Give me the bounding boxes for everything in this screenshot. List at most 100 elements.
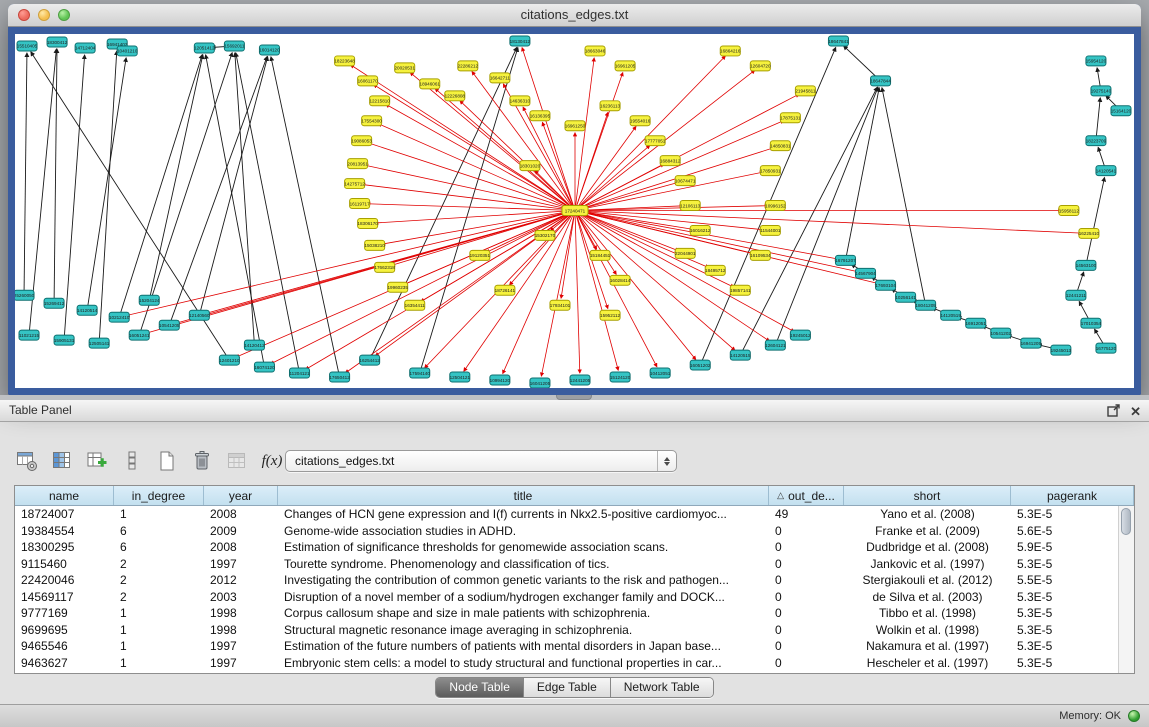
graph-node[interactable]: 18300412 — [47, 37, 68, 47]
table-row[interactable]: 946554611997Estimation of the future num… — [15, 638, 1118, 655]
tab-network-table[interactable]: Network Table — [610, 678, 713, 697]
graph-node[interactable]: 19245013 — [1051, 345, 1072, 355]
graph-node[interactable]: 19120351 — [470, 250, 491, 260]
graph-node[interactable]: 17554300 — [361, 116, 382, 126]
graph-node[interactable]: 17240471 — [562, 206, 588, 216]
graph-node[interactable]: 15952112 — [600, 310, 621, 320]
graph-node[interactable]: 14850831 — [770, 141, 791, 151]
graph-node[interactable]: 16642711 — [490, 73, 511, 83]
graph-node[interactable]: 12051412 — [194, 43, 215, 53]
column-header-pagerank[interactable]: pagerank — [1011, 486, 1134, 505]
graph-node[interactable]: 15302170 — [535, 230, 556, 240]
graph-node[interactable]: 17777051 — [645, 136, 666, 146]
column-header-out-de-[interactable]: △out_de... — [769, 486, 844, 505]
graph-node[interactable]: 10212410 — [109, 312, 130, 322]
graph-node[interactable]: 15204124 — [139, 295, 160, 305]
tab-node-table[interactable]: Node Table — [436, 678, 523, 697]
graph-node[interactable]: 16254412 — [359, 355, 380, 365]
graph-node[interactable]: 17693104 — [875, 280, 896, 290]
graph-node[interactable]: 16028414 — [610, 275, 631, 285]
graph-node[interactable]: 12604720 — [750, 61, 771, 71]
column-header-in-degree[interactable]: in_degree — [114, 486, 204, 505]
graph-node[interactable]: 22286212 — [458, 61, 479, 71]
table-row[interactable]: 1830029562008Estimation of significance … — [15, 539, 1118, 556]
graph-node[interactable]: 25260050 — [15, 290, 35, 300]
graph-node[interactable]: 15954120 — [1086, 56, 1107, 66]
float-panel-icon[interactable] — [1107, 404, 1120, 419]
graph-node[interactable]: 19554016 — [630, 116, 651, 126]
graph-node[interactable]: 17875131 — [780, 113, 801, 123]
graph-node[interactable]: 18130412 — [510, 36, 531, 46]
table-row[interactable]: 977716911998Corpus callosum shape and si… — [15, 605, 1118, 622]
graph-node[interactable]: 11204121 — [289, 368, 310, 378]
graph-node[interactable]: 16864216 — [720, 46, 741, 56]
graph-node[interactable]: 10412051 — [650, 368, 671, 378]
graph-node[interactable]: 12504121 — [450, 372, 471, 382]
table-row[interactable]: 969969511998Structural magnetic resonanc… — [15, 622, 1118, 639]
graph-node[interactable]: 19275140 — [1091, 86, 1112, 96]
graph-node[interactable]: 12505141 — [89, 338, 110, 348]
graph-node[interactable]: 14120519 — [940, 310, 961, 320]
table-row[interactable]: 946362711997Embryonic stem cells: a mode… — [15, 655, 1118, 672]
scrollbar-thumb[interactable] — [1121, 508, 1131, 535]
graph-node[interactable]: 17010354 — [1081, 318, 1102, 328]
graph-node[interactable]: 15184451 — [590, 250, 611, 260]
graph-node[interactable]: 15510405 — [17, 41, 38, 51]
graph-node[interactable]: 19857141 — [730, 285, 751, 295]
graph-node[interactable]: 14712404 — [75, 43, 96, 53]
graph-node[interactable]: 17650412 — [329, 372, 350, 382]
graph-node[interactable]: 15692011 — [224, 41, 245, 51]
graph-node[interactable]: 15164120 — [1111, 106, 1132, 116]
graph-node[interactable]: 16884312 — [660, 156, 681, 166]
graph-node[interactable]: 18726141 — [495, 285, 516, 295]
create-column-icon[interactable] — [84, 448, 110, 474]
graph-node[interactable]: 18223709 — [1086, 136, 1107, 146]
vertical-scrollbar[interactable] — [1118, 506, 1134, 673]
graph-node[interactable]: 10541205 — [159, 320, 180, 330]
graph-node[interactable]: 16074120 — [254, 362, 275, 372]
show-column-icon[interactable] — [49, 448, 75, 474]
graph-node[interactable]: 14120514 — [77, 305, 98, 315]
column-header-name[interactable]: name — [15, 486, 114, 505]
graph-node[interactable]: 14120541 — [1096, 166, 1117, 176]
graph-node[interactable]: 18223648 — [334, 56, 355, 66]
graph-node[interactable]: 12140560 — [189, 310, 210, 320]
graph-node[interactable]: 18495712 — [705, 265, 726, 275]
graph-node[interactable]: 11544001 — [760, 225, 781, 235]
table-row[interactable]: 1456911722003Disruption of a novel membe… — [15, 589, 1118, 606]
graph-node[interactable]: 16961205 — [615, 61, 636, 71]
graph-node[interactable]: 20020531 — [394, 63, 415, 73]
graph-node[interactable]: 16912051 — [966, 318, 987, 328]
graph-node[interactable]: 18647844 — [870, 76, 891, 86]
import-table-icon[interactable] — [224, 448, 250, 474]
graph-node[interactable]: 21945811 — [795, 86, 816, 96]
graph-node[interactable]: 16791207 — [835, 255, 856, 265]
graph-node[interactable]: 14563100 — [1076, 260, 1097, 270]
graph-node[interactable]: 10256141 — [895, 292, 916, 302]
graph-node[interactable]: 22044901 — [675, 248, 696, 258]
graph-node[interactable]: 10674471 — [675, 176, 696, 186]
graph-node[interactable]: 18946061 — [420, 79, 441, 89]
graph-node[interactable]: 12401210 — [219, 355, 240, 365]
graph-node[interactable]: 17850931 — [760, 166, 781, 176]
graph-node[interactable]: 15038210 — [364, 240, 385, 250]
tab-edge-table[interactable]: Edge Table — [523, 678, 610, 697]
graph-node[interactable]: 16051241 — [129, 330, 150, 340]
graph-node[interactable]: 15269412 — [44, 298, 65, 308]
memory-status-icon[interactable] — [1128, 710, 1140, 722]
graph-node[interactable]: 14636310 — [510, 96, 531, 106]
graph-node[interactable]: 20813951 — [347, 159, 368, 169]
graph-node[interactable]: 16119717 — [350, 199, 371, 209]
table-row[interactable]: 1938455462009Genome-wide association stu… — [15, 523, 1118, 540]
graph-node[interactable]: 12604121 — [765, 340, 786, 350]
graph-node[interactable]: 16225410 — [1079, 228, 1100, 238]
graph-node[interactable]: 16775120 — [1096, 343, 1117, 353]
column-header-short[interactable]: short — [844, 486, 1011, 505]
network-view-canvas[interactable]: 1724047118223648160611701221581017554300… — [15, 34, 1134, 388]
graph-node[interactable]: 16014120 — [259, 45, 280, 55]
graph-node[interactable]: 14567904 — [855, 268, 876, 278]
graph-node[interactable]: 19086053 — [351, 136, 372, 146]
graph-node[interactable]: 14120412 — [244, 340, 265, 350]
graph-node[interactable]: 10401210 — [117, 46, 138, 56]
graph-node[interactable]: 12441205 — [570, 375, 591, 385]
